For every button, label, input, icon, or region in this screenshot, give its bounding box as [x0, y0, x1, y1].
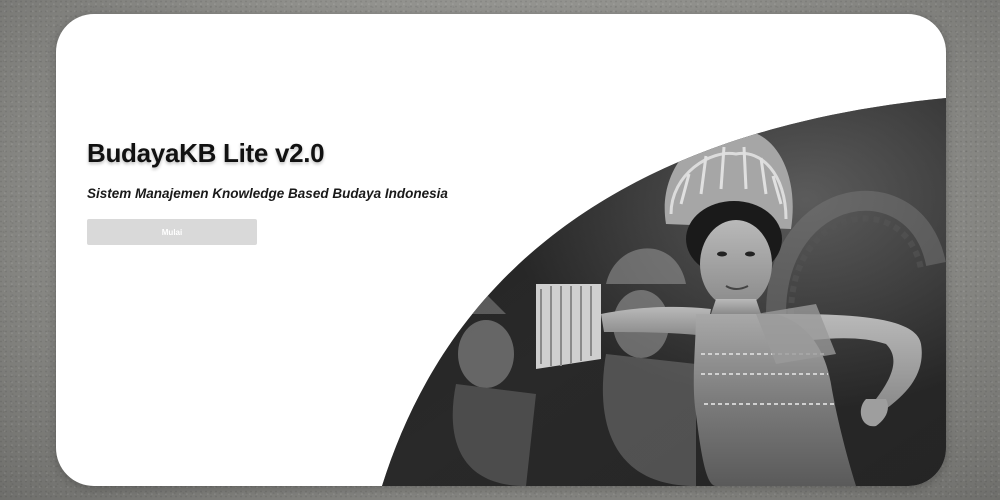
hero-subtitle: Sistem Manajemen Knowledge Based Budaya …	[87, 186, 448, 201]
app-window: BudayaKB Lite v2.0 Sistem Manajemen Know…	[56, 14, 946, 486]
hero-title: BudayaKB Lite v2.0	[87, 138, 325, 168]
hero-image-dancers	[382, 98, 946, 486]
start-button[interactable]: Mulai	[87, 219, 257, 245]
